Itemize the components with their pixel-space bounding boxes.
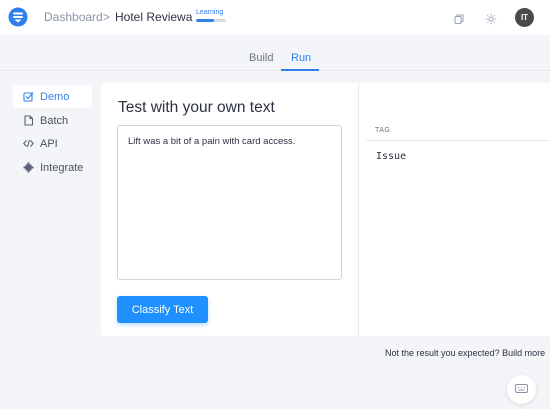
tab-run[interactable]: Run <box>291 52 311 64</box>
page-title: Test with your own text <box>118 99 275 116</box>
sidebar-item-integrate[interactable]: Integrate <box>13 156 92 179</box>
top-bar: Dashboard > Hotel Reviewa Learning IT <box>0 0 550 35</box>
card-divider <box>358 83 359 336</box>
sidebar-item-label: Demo <box>40 90 70 103</box>
document-icon <box>24 115 34 126</box>
learning-status: Learning <box>196 9 226 22</box>
learning-progress-fill <box>196 19 214 22</box>
model-name: Hotel Reviewa <box>115 10 193 24</box>
keyboard-icon <box>515 384 528 393</box>
sidebar-item-batch[interactable]: Batch <box>13 109 92 132</box>
sidebar-item-api[interactable]: API <box>13 132 92 155</box>
puzzle-icon <box>23 162 34 173</box>
active-tab-indicator <box>281 69 319 71</box>
results-divider <box>366 140 550 141</box>
tab-bar: Build Run <box>0 44 550 71</box>
gear-icon[interactable] <box>485 12 497 25</box>
sidebar-item-demo[interactable]: Demo <box>13 85 92 108</box>
checkbox-edit-icon <box>23 92 34 102</box>
classify-text-button[interactable]: Classify Text <box>117 296 208 323</box>
breadcrumb-dashboard-link[interactable]: Dashboard <box>44 10 103 24</box>
sidebar-item-label: API <box>40 137 58 150</box>
sidebar-item-label: Batch <box>40 114 69 127</box>
feedback-hint[interactable]: Not the result you expected? Build more <box>385 348 545 358</box>
breadcrumb-separator: > <box>103 10 111 24</box>
copy-icon[interactable] <box>453 12 465 24</box>
logo-icon[interactable] <box>8 7 28 27</box>
tab-build[interactable]: Build <box>249 52 273 64</box>
sidebar-item-label: Integrate <box>40 161 84 174</box>
tag-column-header: TAG <box>375 127 391 134</box>
learning-status-label: Learning <box>196 9 224 16</box>
learning-progress-track <box>196 19 226 22</box>
code-icon <box>23 139 34 148</box>
chat-button[interactable] <box>507 375 536 404</box>
result-tag: Issue <box>376 151 407 162</box>
avatar[interactable]: IT <box>515 8 534 27</box>
text-input[interactable] <box>117 125 342 280</box>
